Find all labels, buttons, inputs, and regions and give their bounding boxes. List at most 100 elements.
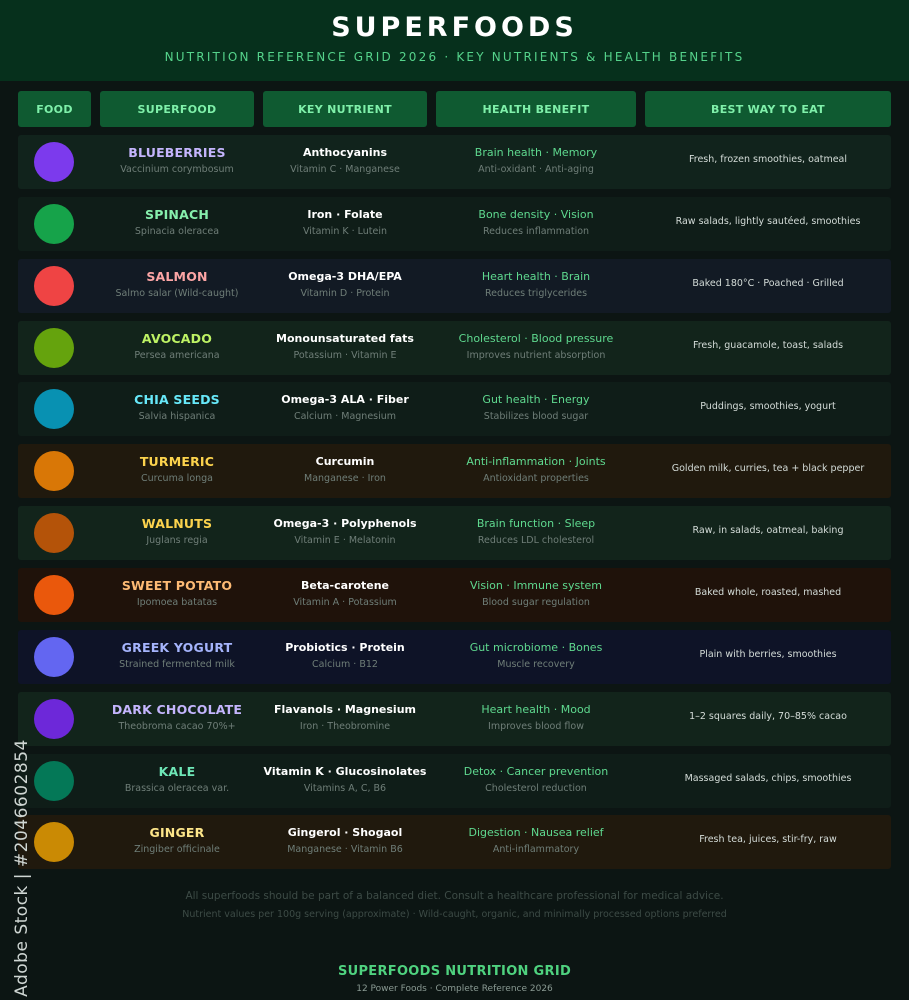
key-nutrient-cell: Iron · Folate Vitamin K · Lutein (263, 197, 427, 251)
superfood-cell: DARK CHOCOLATE Theobroma cacao 70%+ (100, 692, 254, 746)
best-way-to-eat-cell: Puddings, smoothies, yogurt (645, 382, 891, 436)
stock-watermark: Adobe Stock | #2046602854 (4, 739, 40, 997)
best-way-to-eat: Raw, in salads, oatmeal, baking (692, 525, 844, 537)
food-latin-name: Persea americana (134, 349, 220, 361)
key-nutrient: Iron · Folate (307, 207, 383, 221)
key-nutrient: Probiotics · Protein (285, 640, 405, 654)
food-name: GREEK YOGURT (121, 639, 233, 655)
superfood-cell: TURMERIC Curcuma longa (100, 444, 254, 498)
health-benefit-cell: Gut microbiome · Bones Muscle recovery (436, 630, 636, 684)
column-header-health-benefit: HEALTH BENEFIT (436, 91, 636, 127)
table-row: WALNUTS Juglans regia Omega-3 · Polyphenol… (18, 506, 891, 561)
page-subtitle: NUTRITION REFERENCE GRID 2026 · KEY NUTR… (164, 50, 745, 64)
superfood-cell: SPINACH Spinacia oleracea (100, 197, 254, 251)
health-benefit-cell: Heart health · Brain Reduces triglyceride… (436, 259, 636, 313)
watermark-text: Adobe Stock | #2046602854 (12, 739, 32, 997)
table-row: BLUEBERRIES Vaccinium corymbosum Anthocyan… (18, 135, 891, 189)
health-benefit-sub: Stabilizes blood sugar (483, 411, 589, 423)
key-nutrient: Gingerol · Shogaol (287, 826, 403, 840)
best-way-to-eat-cell: Baked 180°C · Poached · Grilled (645, 259, 891, 313)
health-benefit-sub: Blood sugar regulation (482, 596, 590, 608)
key-nutrient-sub: Calcium · B12 (312, 658, 378, 670)
key-nutrient: Flavanols · Magnesium (274, 702, 416, 716)
key-nutrient-cell: Monounsaturated fats Potassium · Vitamin … (263, 321, 427, 375)
health-benefit-cell: Detox · Cancer prevention Cholesterol red… (436, 754, 636, 808)
key-nutrient-cell: Omega-3 · Polyphenols Vitamin E · Melaton… (263, 506, 427, 560)
superfood-cell: KALE Brassica oleracea var. (100, 754, 254, 808)
health-benefit-cell: Digestion · Nausea relief Anti-inflammato… (436, 815, 636, 869)
best-way-to-eat: Puddings, smoothies, yogurt (700, 401, 836, 413)
food-latin-name: Spinacia oleracea (134, 225, 220, 237)
key-nutrient-cell: Probiotics · Protein Calcium · B12 (263, 630, 427, 684)
superfood-cell: WALNUTS Juglans regia (100, 506, 254, 560)
health-benefit-cell: Gut health · Energy Stabilizes blood suga… (436, 382, 636, 436)
column-header-food: FOOD (18, 91, 91, 127)
key-nutrient: Omega-3 · Polyphenols (273, 517, 417, 531)
header-banner: SUPERFOODS NUTRITION REFERENCE GRID 2026… (0, 0, 909, 81)
key-nutrient-cell: Curcumin Manganese · Iron (263, 444, 427, 498)
food-latin-name: Vaccinium corymbosum (120, 164, 234, 175)
food-color-dot (34, 698, 74, 739)
food-color-dot (34, 265, 74, 306)
health-benefit: Brain health · Memory (474, 146, 598, 159)
best-way-to-eat-cell: Baked whole, roasted, mashed (645, 568, 891, 622)
food-latin-name: Strained fermented milk (119, 658, 235, 670)
health-benefit: Vision · Immune system (470, 578, 602, 592)
best-way-to-eat: Plain with berries, smoothies (699, 648, 837, 660)
health-benefit-cell: Brain health · Memory Anti-oxidant · Anti… (436, 135, 636, 189)
table-row: GINGER Zingiber officinale Gingerol · Shog… (18, 815, 891, 870)
table-row: TURMERIC Curcuma longa Curcumin Manganese ·… (18, 444, 891, 499)
key-nutrient-sub: Iron · Theobromine (299, 720, 391, 732)
table-row: SPINACH Spinacia oleracea Iron · Folate Vit… (18, 196, 891, 251)
food-name: GINGER (149, 825, 205, 841)
health-benefit-cell: Cholesterol · Blood pressure Improves nut… (436, 321, 636, 375)
key-nutrient-sub: Manganese · Vitamin B6 (287, 844, 403, 856)
key-nutrient-sub: Manganese · Iron (304, 473, 386, 485)
serving-note: Nutrient values per 100g serving (approx… (182, 909, 727, 920)
health-benefit: Heart health · Mood (481, 702, 591, 716)
food-name: CHIA SEEDS (134, 392, 220, 408)
best-way-to-eat: Baked whole, roasted, mashed (694, 586, 842, 598)
health-benefit-cell: Heart health · Mood Improves blood flow (436, 692, 636, 746)
health-benefit-sub: Improves nutrient absorption (466, 349, 606, 361)
table-row: AVOCADO Persea americana Monounsaturated f… (18, 320, 891, 375)
health-benefit-cell: Brain function · Sleep Reduces LDL choles… (436, 506, 636, 560)
food-name: DARK CHOCOLATE (111, 701, 243, 717)
superfood-cell: GREEK YOGURT Strained fermented milk (100, 630, 254, 684)
key-nutrient-cell: Omega-3 ALA · Fiber Calcium · Magnesium (263, 382, 427, 436)
best-way-to-eat-cell: Golden milk, curries, tea + black pepper (645, 444, 891, 498)
food-latin-name: Curcuma longa (140, 473, 213, 485)
table-row: CHIA SEEDS Salvia hispanica Omega-3 ALA · … (18, 382, 891, 437)
food-latin-name: Brassica oleracea var. (124, 782, 230, 794)
food-color-dot (34, 760, 74, 801)
best-way-to-eat: Golden milk, curries, tea + black pepper (671, 463, 865, 475)
best-way-to-eat: 1–2 squares daily, 70–85% cacao (689, 710, 847, 722)
health-benefit-cell: Bone density · Vision Reduces inflammatio… (436, 197, 636, 251)
food-latin-name: Theobroma cacao 70%+ (118, 720, 236, 732)
key-nutrient-sub: Vitamin D · Protein (300, 287, 390, 299)
health-benefit: Gut health · Energy (482, 393, 590, 407)
health-benefit-sub: Reduces LDL cholesterol (477, 535, 595, 547)
key-nutrient: Beta-carotene (300, 578, 390, 592)
food-name: AVOCADO (141, 330, 213, 346)
food-color-dot (34, 142, 74, 182)
food-name: SALMON (146, 268, 208, 284)
health-benefit-sub: Improves blood flow (488, 720, 584, 732)
food-latin-name: Salvia hispanica (138, 411, 216, 423)
key-nutrient-cell: Gingerol · Shogaol Manganese · Vitamin B6 (263, 815, 427, 869)
table-row: SWEET POTATO Ipomoea batatas Beta-carotene… (18, 567, 891, 622)
table-row: SALMON Salmo salar (Wild-caught) Omega-3 D… (18, 258, 891, 313)
health-benefit-sub: Reduces inflammation (482, 225, 590, 237)
food-color-dot (34, 822, 74, 863)
health-benefit-sub: Anti-inflammatory (492, 844, 580, 856)
key-nutrient-sub: Vitamin A · Potassium (293, 596, 397, 608)
footer-title: SUPERFOODS NUTRITION GRID (337, 964, 572, 979)
food-color-dot (34, 389, 74, 430)
food-color-dot (34, 203, 74, 244)
superfood-cell: GINGER Zingiber officinale (100, 815, 254, 869)
food-color-dot (34, 513, 74, 554)
health-benefit-sub: Antioxidant properties (483, 473, 589, 485)
food-color-dot (34, 636, 74, 677)
key-nutrient: Vitamin K · Glucosinolates (263, 764, 427, 778)
health-benefit-sub: Anti-oxidant · Anti-aging (478, 164, 594, 175)
